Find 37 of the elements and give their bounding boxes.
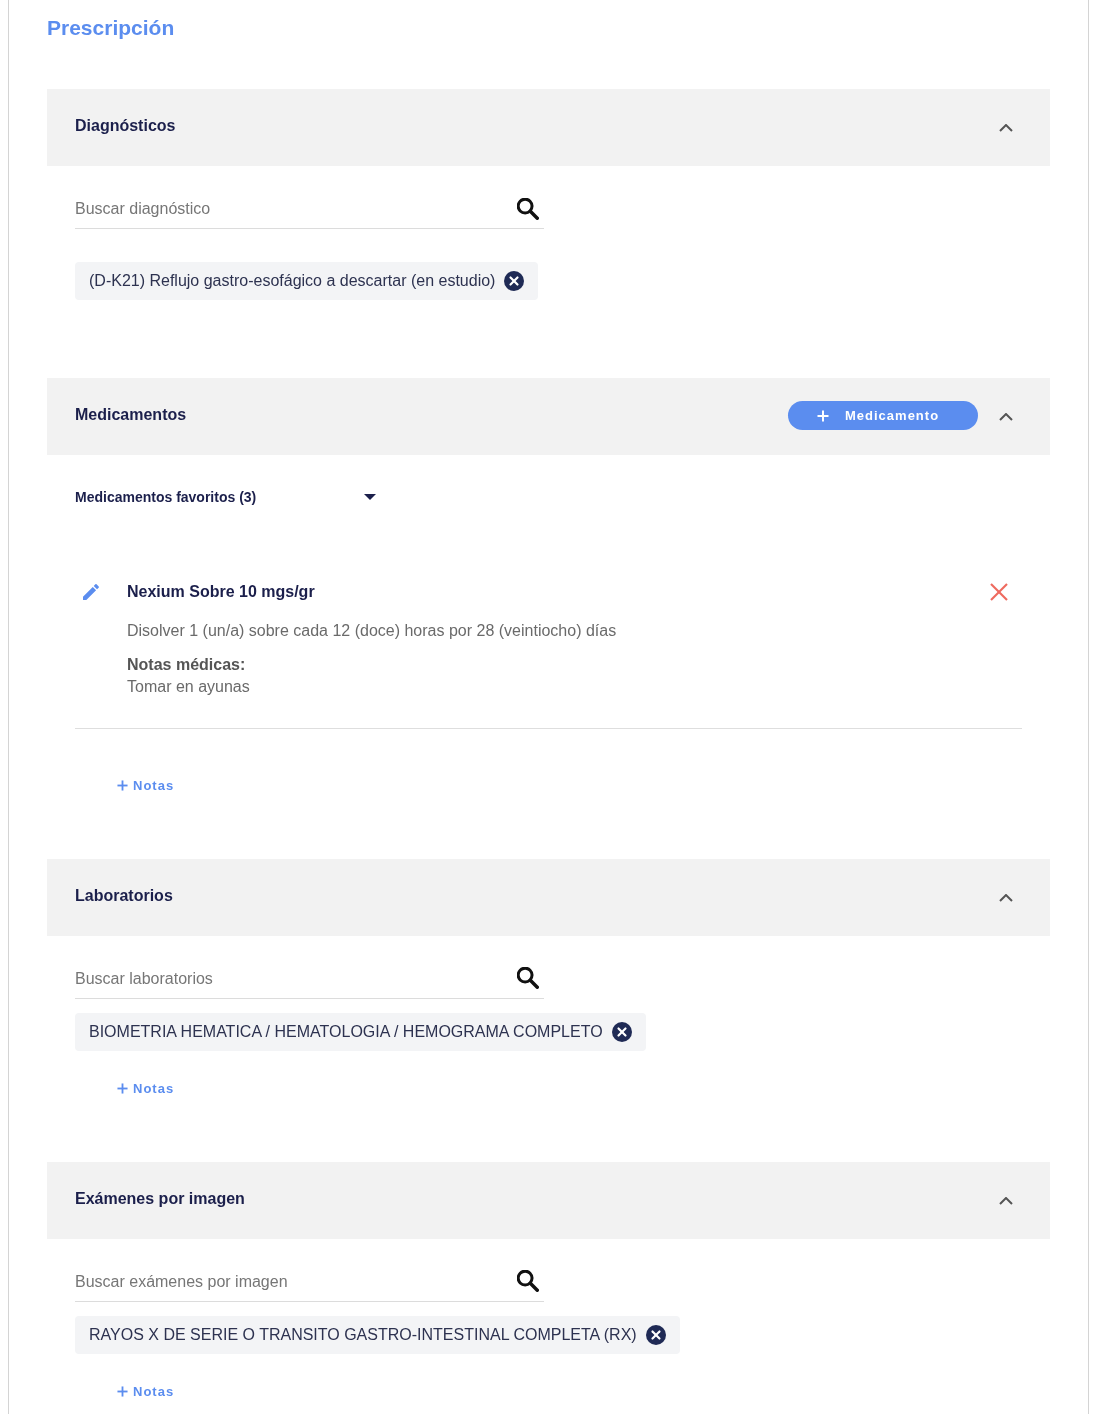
plus-icon	[117, 1385, 128, 1397]
section-title: Diagnósticos	[75, 116, 176, 135]
search-icon[interactable]	[517, 198, 539, 220]
tag-label: BIOMETRIA HEMATICA / HEMATOLOGIA / HEMOGRAMA COMPLETO	[89, 1023, 603, 1041]
chevron-icon[interactable]	[999, 412, 1013, 421]
section-title: Laboratorios	[75, 886, 173, 905]
search-icon[interactable]	[517, 967, 539, 989]
search-icon[interactable]	[517, 1270, 539, 1292]
section-header[interactable]: Laboratorios	[47, 859, 1050, 936]
pencil-icon[interactable]	[83, 584, 99, 600]
tag-label: RAYOS X DE SERIE O TRANSITO GASTRO-INTESTINAL COMPLETA (RX)	[89, 1326, 637, 1344]
search-field[interactable]: Buscar diagnóstico	[75, 190, 544, 229]
medical-notes: Tomar en ayunas	[127, 677, 250, 697]
tag-label: (D-K21) Reflujo gastro-esofágico a descartar (en estudio)	[89, 272, 496, 290]
section-header[interactable]: Diagnósticos	[47, 89, 1050, 166]
section-title: Medicamentos	[75, 405, 187, 424]
favorites-dropdown[interactable]: Medicamentos favoritos (3)	[75, 487, 378, 507]
close-icon[interactable]	[504, 271, 525, 291]
caret-icon[interactable]	[364, 494, 376, 500]
close-icon[interactable]	[611, 1022, 632, 1042]
section-header[interactable]: Medicamentos Medicamento	[47, 378, 1050, 455]
section-title: Exámenes por imagen	[75, 1189, 245, 1208]
dosage-instructions: Disolver 1 (un/a) sobre cada 12 (doce) horas por 28 (veintiocho) días	[127, 621, 617, 641]
chevron-icon[interactable]	[999, 123, 1013, 132]
search-field[interactable]: Buscar exámenes por imagen	[75, 1262, 544, 1302]
medication-name: Nexium Sobre 10 mgs/gr	[127, 582, 315, 602]
chevron-icon[interactable]	[999, 893, 1013, 902]
search-field[interactable]: Buscar laboratorios	[75, 959, 544, 999]
notes-label: Notas médicas:	[127, 655, 246, 675]
close-icon[interactable]	[645, 1325, 666, 1345]
dropdown-label: Medicamentos favoritos (3)	[75, 489, 257, 505]
page-title: Prescripción	[47, 15, 175, 41]
section-header[interactable]: Exámenes por imagen	[47, 1162, 1050, 1239]
plus-icon	[117, 779, 128, 791]
plus-icon	[817, 409, 829, 422]
chevron-icon[interactable]	[999, 1196, 1013, 1205]
plus-icon	[117, 1082, 128, 1094]
